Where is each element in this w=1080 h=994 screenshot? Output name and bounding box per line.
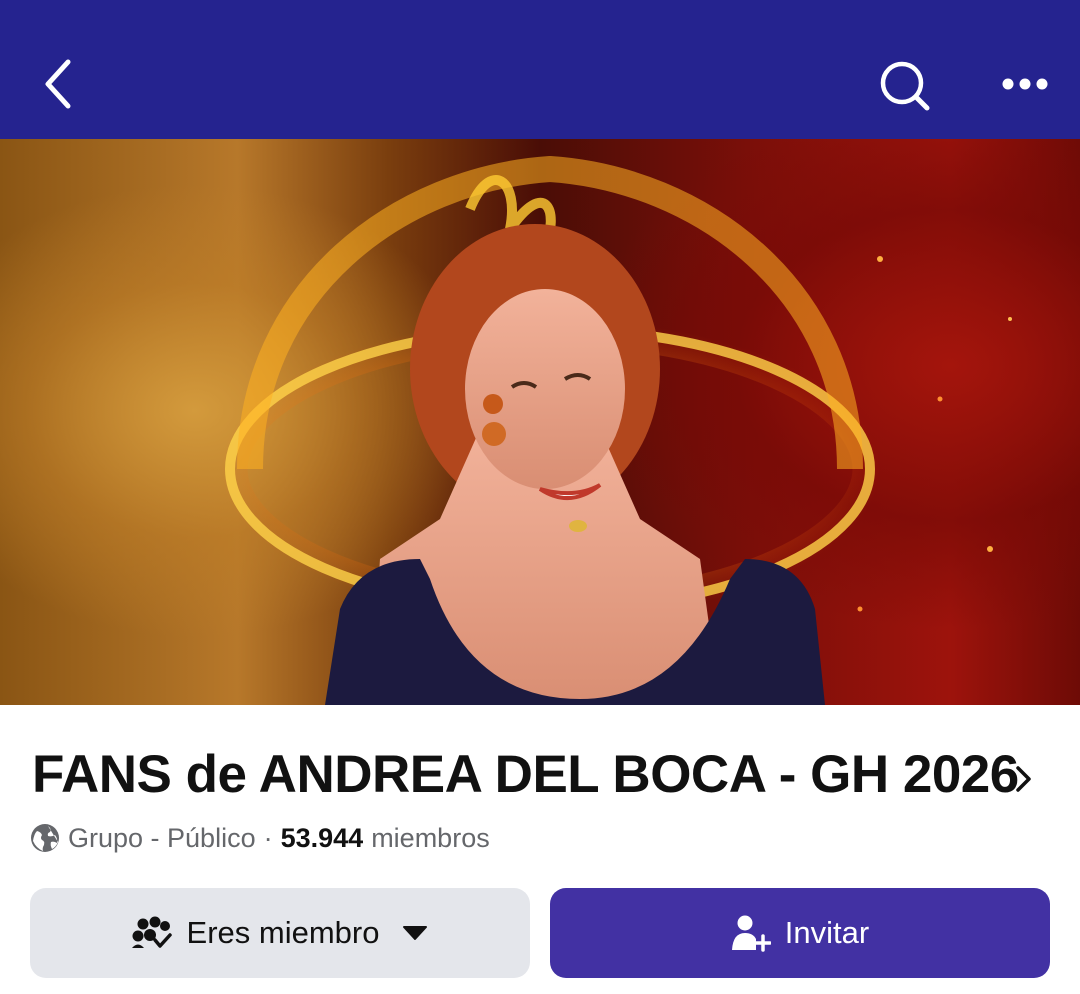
group-cover-photo[interactable]: [0, 139, 1080, 705]
back-button[interactable]: [30, 48, 90, 120]
search-button[interactable]: [868, 50, 942, 124]
member-count: 53.944: [280, 822, 364, 853]
invite-label: Invitar: [784, 915, 870, 950]
group-details-button[interactable]: [1010, 760, 1036, 798]
add-person-icon: [731, 915, 771, 952]
member-status-button[interactable]: Eres miembro: [30, 888, 530, 978]
cover-illustration: [192, 155, 1012, 705]
chevron-left-icon: [45, 59, 71, 109]
more-horizontal-icon: [1002, 78, 1048, 90]
chevron-right-icon: [1016, 766, 1031, 792]
group-meta: Grupo - Público · 53.944 miembros: [30, 818, 490, 858]
member-status-label: Eres miembro: [186, 915, 380, 950]
caret-down-icon: [403, 926, 428, 940]
meta-separator: ·: [263, 822, 273, 853]
invite-button[interactable]: Invitar: [550, 888, 1050, 978]
members-check-icon: [131, 916, 172, 948]
top-navigation-bar: [0, 0, 1080, 139]
group-title[interactable]: FANS de ANDREA DEL BOCA - GH 2026: [32, 744, 1019, 805]
members-label: miembros: [371, 822, 490, 853]
search-icon: [880, 61, 930, 111]
group-type: Grupo - Público: [68, 822, 256, 853]
more-options-button[interactable]: [990, 58, 1060, 112]
globe-icon: [31, 824, 59, 852]
